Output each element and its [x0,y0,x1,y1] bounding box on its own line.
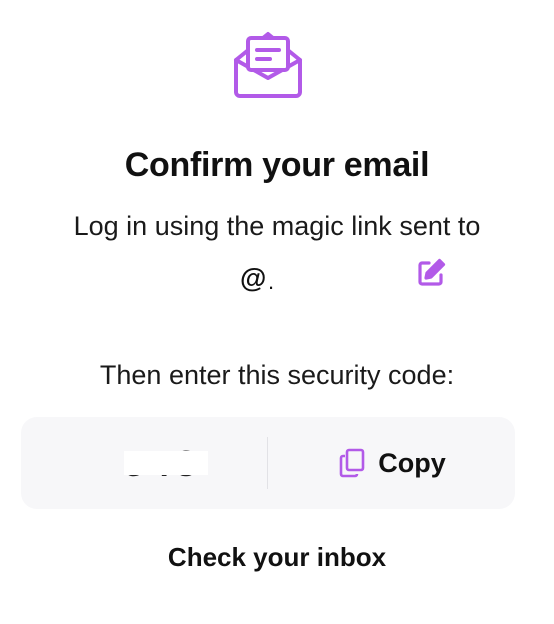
check-inbox-link[interactable]: Check your inbox [0,542,554,573]
page-title: Confirm your email [124,146,430,184]
divider [267,437,268,489]
copy-icon [339,448,365,478]
security-code-box: 548 Copy [21,417,515,509]
open-envelope-icon [234,32,302,98]
email-row: @ . [0,255,554,299]
copy-button-label: Copy [378,447,446,478]
subtitle: Log in using the magic link sent to [73,211,481,241]
edit-icon[interactable] [415,257,447,289]
email-address: @ [240,263,267,293]
email-address-suffix: . [268,269,275,294]
security-code-instruction: Then enter this security code: [99,360,455,390]
copy-button[interactable]: Copy [269,417,515,509]
security-code-redaction [124,451,208,475]
